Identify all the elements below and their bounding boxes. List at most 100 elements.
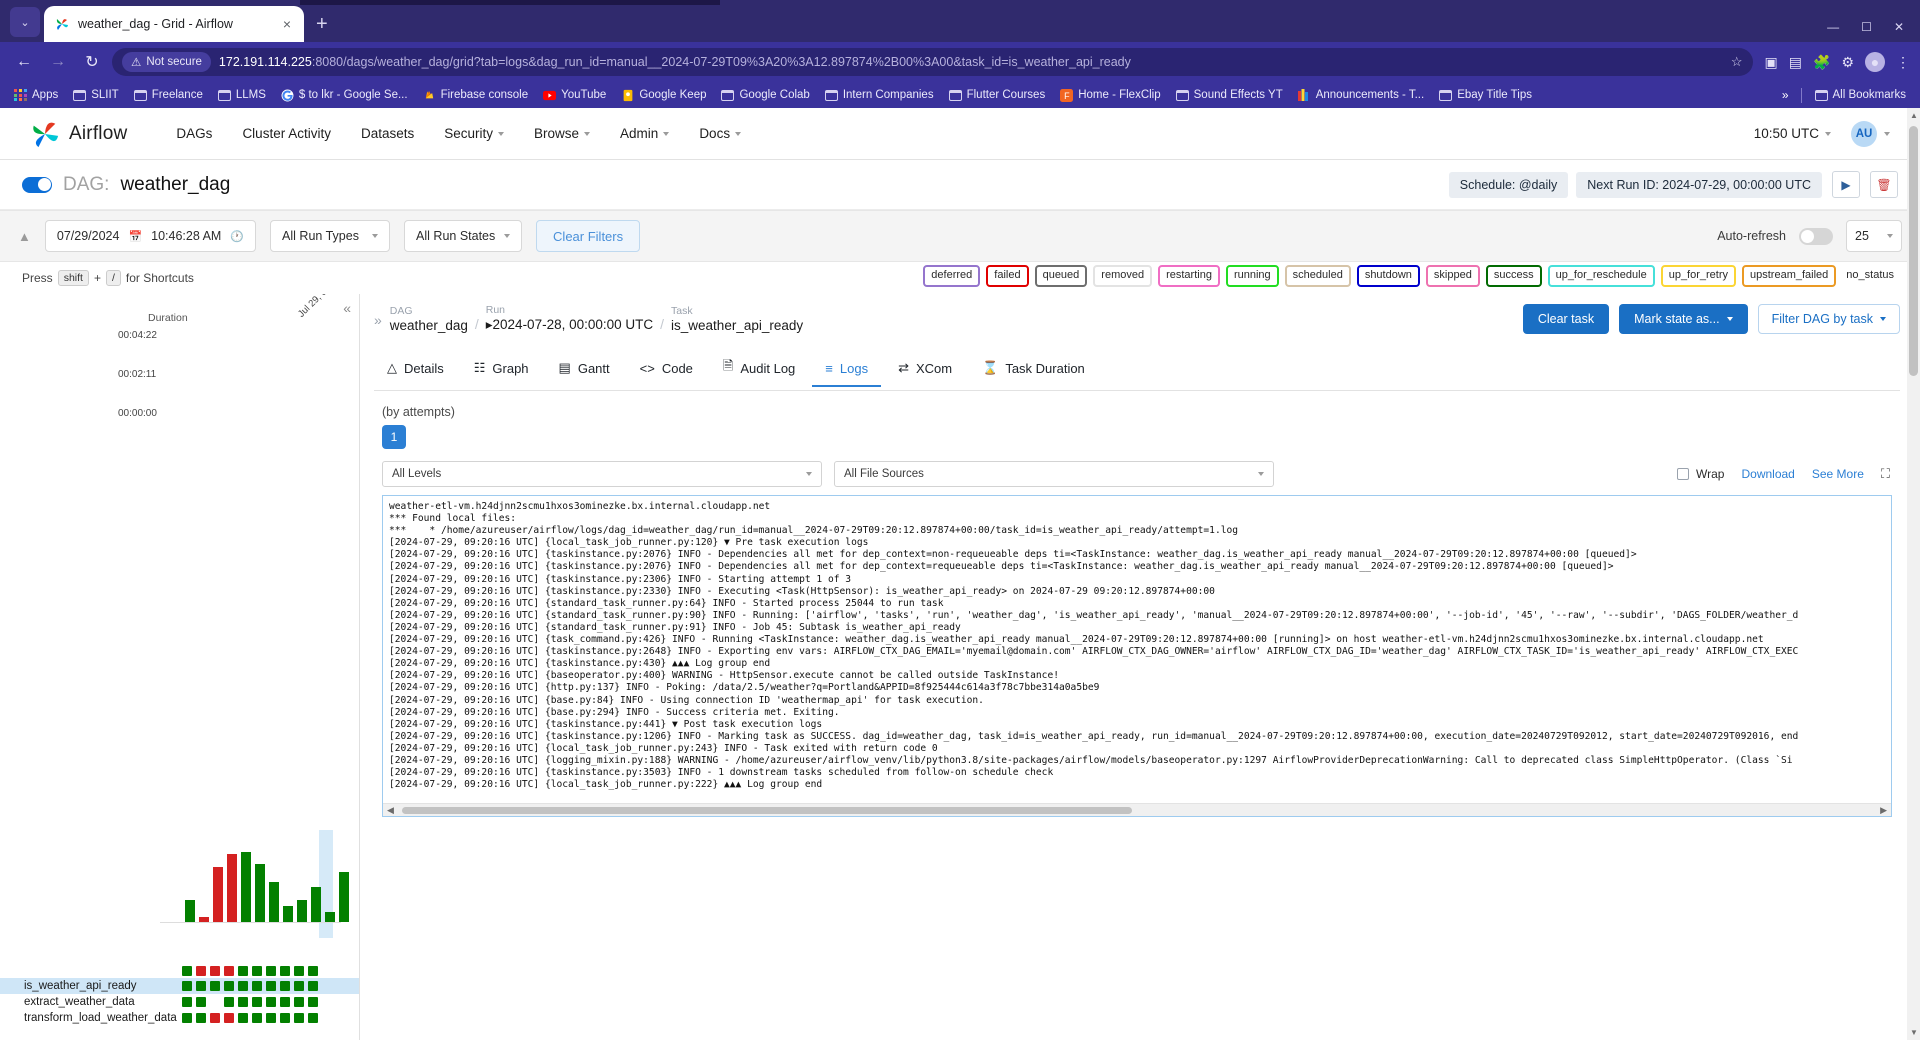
duration-bar[interactable] — [339, 872, 349, 922]
bookmark-flexclip[interactable]: F Home - FlexClip — [1054, 87, 1166, 104]
run-square[interactable] — [280, 966, 290, 976]
see-more-link[interactable]: See More — [1812, 467, 1864, 481]
wrap-checkbox-row[interactable]: Wrap — [1677, 467, 1724, 481]
scroll-right-icon[interactable]: ▶ — [1876, 805, 1891, 816]
task-instance-square[interactable] — [294, 997, 304, 1007]
avatar[interactable]: AU — [1851, 120, 1877, 147]
status-badge-removed[interactable]: removed — [1093, 265, 1153, 287]
task-instance-square[interactable] — [308, 997, 318, 1007]
tab-task-duration[interactable]: ⌛ Task Duration — [969, 351, 1098, 387]
bookmark-star-icon[interactable]: ☆ — [1731, 54, 1743, 70]
task-instance-square[interactable] — [210, 981, 220, 991]
window-close-icon[interactable]: ✕ — [1894, 20, 1904, 34]
task-instance-square[interactable] — [238, 997, 248, 1007]
nav-item-browse[interactable]: Browse — [519, 118, 605, 149]
task-instance-square[interactable] — [182, 981, 192, 991]
run-square[interactable] — [238, 966, 248, 976]
clear-filters-button[interactable]: Clear Filters — [536, 220, 641, 252]
close-icon[interactable]: × — [280, 16, 294, 32]
page-size-select[interactable]: 25 — [1846, 220, 1902, 252]
bookmark-ebay-title-tips[interactable]: Ebay Title Tips — [1433, 87, 1538, 104]
new-tab-button[interactable]: + — [316, 13, 328, 36]
log-viewer[interactable]: weather-etl-vm.h24djnn2scmu1hxos3ominezk… — [382, 495, 1892, 817]
tab-xcom[interactable]: ⇄ XCom — [885, 351, 965, 387]
breadcrumb-task[interactable]: Task is_weather_api_ready — [671, 305, 803, 333]
task-row[interactable]: transform_load_weather_data — [0, 1010, 359, 1026]
tab-graph[interactable]: ☷ Graph — [461, 351, 542, 387]
task-instance-square[interactable] — [266, 981, 276, 991]
duration-bar[interactable] — [325, 912, 335, 922]
task-instance-square[interactable] — [196, 997, 206, 1007]
duration-bar[interactable] — [255, 864, 265, 922]
task-instance-square[interactable] — [224, 997, 234, 1007]
task-instance-square[interactable] — [308, 1013, 318, 1023]
not-secure-badge[interactable]: ⚠ Not secure — [122, 52, 211, 72]
filter-dag-by-task-button[interactable]: Filter DAG by task — [1757, 304, 1900, 334]
translate-icon[interactable]: ▤ — [1789, 54, 1802, 71]
task-instance-square[interactable] — [308, 981, 318, 991]
task-instance-square[interactable] — [238, 1013, 248, 1023]
minimize-icon[interactable]: — — [1827, 20, 1839, 34]
task-instance-square[interactable] — [224, 981, 234, 991]
download-link[interactable]: Download — [1741, 467, 1794, 481]
status-badge-restarting[interactable]: restarting — [1158, 265, 1220, 287]
page-scrollbar-thumb[interactable] — [1909, 126, 1918, 376]
file-source-select[interactable]: All File Sources — [834, 461, 1274, 487]
run-square[interactable] — [252, 966, 262, 976]
mark-state-button[interactable]: Mark state as... — [1619, 304, 1748, 334]
nav-item-admin[interactable]: Admin — [605, 118, 684, 149]
task-instance-square[interactable] — [224, 1013, 234, 1023]
tab-code[interactable]: <> Code — [627, 352, 706, 387]
run-square[interactable] — [294, 966, 304, 976]
log-horizontal-scrollbar[interactable]: ◀ ▶ — [383, 803, 1891, 816]
status-badge-running[interactable]: running — [1225, 265, 1279, 287]
status-badge-deferred[interactable]: deferred — [923, 265, 981, 287]
browser-tab[interactable]: weather_dag - Grid - Airflow × — [44, 6, 304, 42]
task-instance-square[interactable] — [252, 1013, 262, 1023]
status-badge-no-status[interactable]: no_status — [1842, 265, 1902, 287]
task-row[interactable]: extract_weather_data — [0, 994, 359, 1010]
status-badge-up-for-retry[interactable]: up_for_retry — [1660, 265, 1737, 287]
bookmark-youtube[interactable]: YouTube — [537, 87, 612, 104]
duration-bar[interactable] — [283, 906, 293, 922]
task-row[interactable]: is_weather_api_ready — [0, 978, 359, 994]
dag-pause-toggle[interactable] — [22, 176, 52, 193]
task-instance-square[interactable] — [210, 997, 220, 1007]
bookmark-llms[interactable]: LLMS — [212, 87, 272, 104]
forward-icon[interactable]: → — [44, 48, 72, 76]
screenshot-icon[interactable]: ▣ — [1765, 54, 1778, 71]
back-icon[interactable]: ← — [10, 48, 38, 76]
log-level-select[interactable]: All Levels — [382, 461, 822, 487]
tab-gantt[interactable]: ▤ Gantt — [546, 351, 623, 387]
attempt-1-button[interactable]: 1 — [382, 425, 406, 449]
task-instance-square[interactable] — [266, 997, 276, 1007]
bookmark-freelance[interactable]: Freelance — [128, 87, 209, 104]
settings-gear-icon[interactable]: ⚙ — [1841, 54, 1854, 71]
page-scrollbar[interactable]: ▲ ▼ — [1907, 108, 1920, 1040]
task-instance-square[interactable] — [280, 997, 290, 1007]
browser-menu-icon[interactable]: ⋮ — [1896, 54, 1910, 71]
bookmark-apps[interactable]: Apps — [8, 87, 64, 104]
utc-clock[interactable]: 10:50 UTC — [1754, 126, 1831, 141]
task-instance-square[interactable] — [210, 1013, 220, 1023]
run-datetime-input[interactable]: 07/29/2024 📅 10:46:28 AM 🕐 — [44, 220, 257, 252]
status-badge-upstream-failed[interactable]: upstream_failed — [1742, 265, 1837, 287]
bookmark-firebase[interactable]: Firebase console — [417, 87, 535, 104]
trigger-dag-button[interactable]: ▶ — [1832, 171, 1860, 198]
duration-bar[interactable] — [213, 867, 223, 922]
auto-refresh-toggle[interactable] — [1799, 227, 1833, 245]
duration-bar[interactable] — [297, 900, 307, 922]
duration-bar[interactable] — [227, 854, 237, 922]
collapse-filters-icon[interactable]: ▲ — [18, 229, 31, 244]
run-square[interactable] — [308, 966, 318, 976]
task-instance-square[interactable] — [280, 1013, 290, 1023]
run-square[interactable] — [182, 966, 192, 976]
task-instance-square[interactable] — [238, 981, 248, 991]
run-type-select[interactable]: All Run Types — [270, 220, 391, 252]
status-badge-up-for-reschedule[interactable]: up_for_reschedule — [1547, 265, 1655, 287]
duration-bar[interactable] — [311, 887, 321, 922]
address-bar[interactable]: ⚠ Not secure 172.191.114.225:8080/dags/w… — [112, 48, 1753, 76]
bookmark-google-colab[interactable]: Google Colab — [715, 87, 815, 104]
status-badge-shutdown[interactable]: shutdown — [1356, 265, 1420, 287]
bookmark-google-keep[interactable]: Google Keep — [615, 87, 712, 104]
